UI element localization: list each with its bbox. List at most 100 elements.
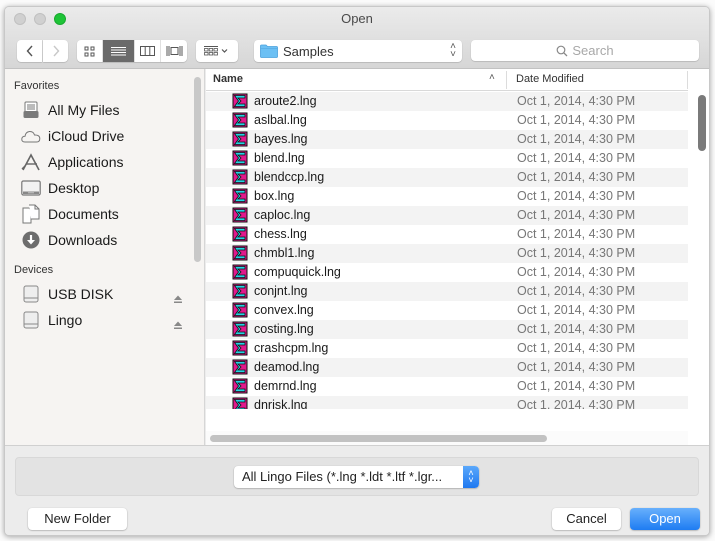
- file-row[interactable]: demrnd.lng Oct 1, 2014, 4:30 PM: [206, 377, 688, 396]
- file-name: deamod.lng: [254, 360, 320, 374]
- column-header-name[interactable]: Name: [213, 73, 243, 85]
- sidebar-item-label: USB DISK: [48, 286, 114, 302]
- arrange-grid-icon: [204, 46, 228, 56]
- new-folder-button[interactable]: New Folder: [28, 508, 127, 530]
- devices-header: Devices: [14, 264, 54, 276]
- lingo-file-icon: [232, 378, 248, 394]
- sidebar-item-desktop[interactable]: Desktop: [21, 177, 99, 199]
- column-divider[interactable]: [506, 71, 507, 89]
- file-list-header: Name ˄ Date Modified: [206, 69, 688, 91]
- file-date-modified: Oct 1, 2014, 4:30 PM: [517, 284, 636, 298]
- lingo-file-icon: [232, 150, 248, 166]
- file-name: blend.lng: [254, 151, 305, 165]
- sidebar-item-label: Documents: [48, 206, 119, 222]
- file-date-modified: Oct 1, 2014, 4:30 PM: [517, 227, 636, 241]
- sidebar-item-label: Downloads: [48, 232, 118, 248]
- file-date-modified: Oct 1, 2014, 4:30 PM: [517, 303, 636, 317]
- file-row[interactable]: convex.lng Oct 1, 2014, 4:30 PM: [206, 301, 688, 320]
- file-name: caploc.lng: [254, 208, 311, 222]
- file-row[interactable]: compuquick.lng Oct 1, 2014, 4:30 PM: [206, 263, 688, 282]
- file-row[interactable]: caploc.lng Oct 1, 2014, 4:30 PM: [206, 206, 688, 225]
- file-row[interactable]: bayes.lng Oct 1, 2014, 4:30 PM: [206, 130, 688, 149]
- sidebar-item-label: Applications: [48, 154, 124, 170]
- forward-button[interactable]: [43, 40, 68, 62]
- file-name: aroute2.lng: [254, 94, 317, 108]
- sidebar-item-downloads[interactable]: Downloads: [21, 229, 117, 251]
- back-button[interactable]: [17, 40, 42, 62]
- file-row[interactable]: deamod.lng Oct 1, 2014, 4:30 PM: [206, 358, 688, 377]
- file-date-modified: Oct 1, 2014, 4:30 PM: [517, 265, 636, 279]
- file-date-modified: Oct 1, 2014, 4:30 PM: [517, 94, 636, 108]
- file-date-modified: Oct 1, 2014, 4:30 PM: [517, 360, 636, 374]
- title-bar: Open Samples ˄ ˅ Search: [5, 7, 709, 69]
- file-rows: aroute2.lng Oct 1, 2014, 4:30 PM aslbal.…: [206, 92, 688, 409]
- lingo-file-icon: [232, 397, 248, 409]
- file-row[interactable]: chmbl1.lng Oct 1, 2014, 4:30 PM: [206, 244, 688, 263]
- file-row[interactable]: crashcpm.lng Oct 1, 2014, 4:30 PM: [206, 339, 688, 358]
- lingo-file-icon: [232, 169, 248, 185]
- file-type-select[interactable]: All Lingo Files (*.lng *.ldt *.ltf *.lgr…: [234, 466, 479, 488]
- cover-flow-icon: [166, 46, 182, 56]
- sidebar-item-label: iCloud Drive: [48, 128, 125, 144]
- list-view-button[interactable]: [103, 40, 135, 62]
- file-row[interactable]: blendccp.lng Oct 1, 2014, 4:30 PM: [206, 168, 688, 187]
- file-row[interactable]: conjnt.lng Oct 1, 2014, 4:30 PM: [206, 282, 688, 301]
- eject-icon[interactable]: [173, 294, 183, 304]
- sidebar-item-icloud-drive[interactable]: iCloud Drive: [21, 125, 124, 147]
- file-date-modified: Oct 1, 2014, 4:30 PM: [517, 341, 636, 355]
- file-name: blendccp.lng: [254, 170, 325, 184]
- lingo-file-icon: [232, 226, 248, 242]
- search-field[interactable]: Search: [471, 40, 699, 61]
- icon-view-icon: [84, 46, 95, 56]
- scroll-corner: [688, 409, 709, 445]
- view-mode-selector: [77, 40, 187, 62]
- file-name: dnrisk.lng: [254, 398, 308, 409]
- file-date-modified: Oct 1, 2014, 4:30 PM: [517, 113, 636, 127]
- window-title: Open: [341, 11, 373, 26]
- file-row[interactable]: costing.lng Oct 1, 2014, 4:30 PM: [206, 320, 688, 339]
- file-date-modified: Oct 1, 2014, 4:30 PM: [517, 379, 636, 393]
- file-date-modified: Oct 1, 2014, 4:30 PM: [517, 208, 636, 222]
- cancel-button[interactable]: Cancel: [552, 508, 621, 530]
- file-row[interactable]: box.lng Oct 1, 2014, 4:30 PM: [206, 187, 688, 206]
- open-dialog: Open Samples ˄ ˅ Search Favorites All My…: [4, 6, 710, 536]
- sidebar-scrollbar[interactable]: [194, 77, 201, 262]
- cover-flow-view-button[interactable]: [161, 40, 187, 62]
- file-date-modified: Oct 1, 2014, 4:30 PM: [517, 132, 636, 146]
- lingo-file-icon: [232, 188, 248, 204]
- file-name: convex.lng: [254, 303, 314, 317]
- file-row[interactable]: chess.lng Oct 1, 2014, 4:30 PM: [206, 225, 688, 244]
- disk-icon: [21, 284, 41, 304]
- open-button[interactable]: Open: [630, 508, 700, 530]
- file-name: chess.lng: [254, 227, 307, 241]
- sidebar-item-usb-disk[interactable]: USB DISK: [21, 283, 113, 305]
- horizontal-scrollbar[interactable]: [210, 435, 547, 442]
- all-files-icon: [21, 100, 41, 120]
- icon-view-button[interactable]: [77, 40, 103, 62]
- vertical-scrollbar[interactable]: [698, 95, 706, 151]
- column-view-button[interactable]: [135, 40, 161, 62]
- file-type-value: All Lingo Files (*.lng *.ldt *.ltf *.lgr…: [242, 469, 443, 484]
- column-header-date-modified[interactable]: Date Modified: [516, 73, 584, 85]
- file-row[interactable]: aslbal.lng Oct 1, 2014, 4:30 PM: [206, 111, 688, 130]
- file-row[interactable]: blend.lng Oct 1, 2014, 4:30 PM: [206, 149, 688, 168]
- favorites-header: Favorites: [14, 80, 60, 92]
- list-view-icon: [111, 46, 126, 55]
- sidebar-item-applications[interactable]: Applications: [21, 151, 124, 173]
- search-placeholder: Search: [572, 43, 614, 58]
- file-date-modified: Oct 1, 2014, 4:30 PM: [517, 151, 636, 165]
- location-popup[interactable]: Samples ˄ ˅: [254, 40, 462, 62]
- file-row[interactable]: aroute2.lng Oct 1, 2014, 4:30 PM: [206, 92, 688, 111]
- sidebar-item-all-my-files[interactable]: All My Files: [21, 99, 120, 121]
- file-row[interactable]: dnrisk.lng Oct 1, 2014, 4:30 PM: [206, 396, 688, 409]
- lingo-file-icon: [232, 359, 248, 375]
- sidebar-item-lingo[interactable]: Lingo: [21, 309, 82, 331]
- arrange-button[interactable]: [196, 40, 238, 62]
- column-divider[interactable]: [687, 71, 688, 89]
- chevron-right-icon: [52, 45, 59, 57]
- sort-ascending-icon[interactable]: ˄: [489, 72, 495, 83]
- sidebar-item-documents[interactable]: Documents: [21, 203, 119, 225]
- eject-icon[interactable]: [173, 320, 183, 330]
- file-date-modified: Oct 1, 2014, 4:30 PM: [517, 189, 636, 203]
- updown-chevron-icon: ˄ ˅: [463, 466, 479, 488]
